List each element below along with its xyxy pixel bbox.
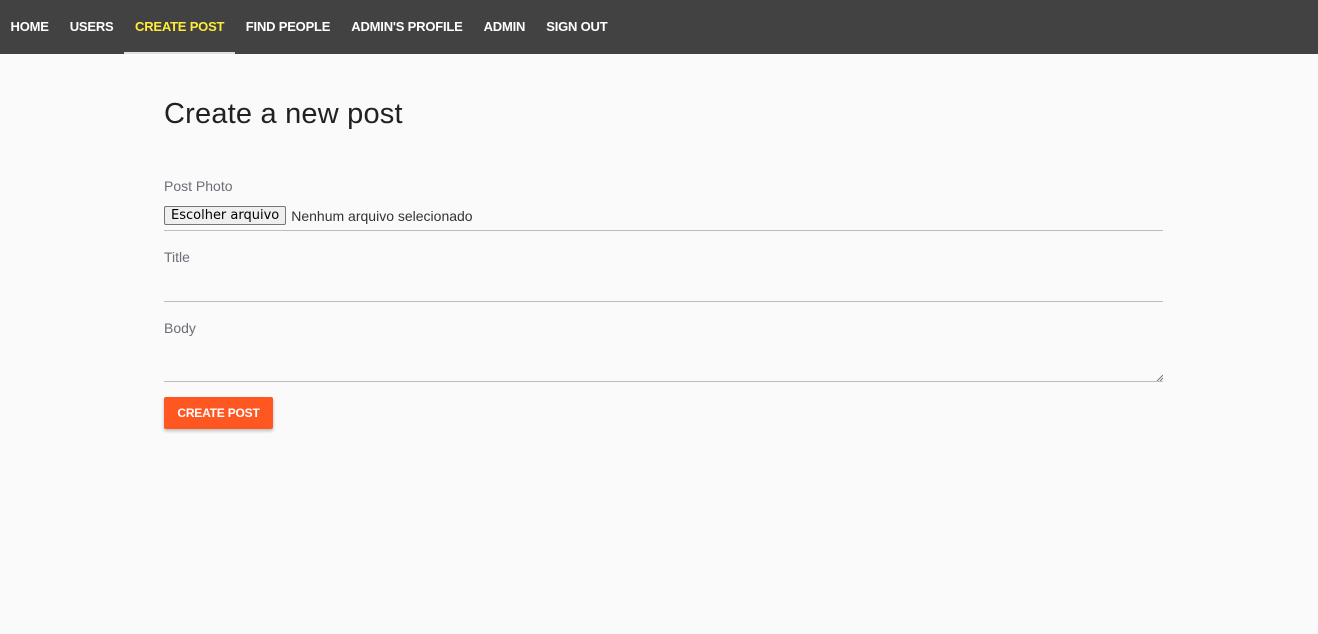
resize-grip-icon[interactable] <box>1156 374 1163 381</box>
choose-file-button[interactable]: Escolher arquivo <box>164 206 287 225</box>
nav-find-people[interactable]: FIND PEOPLE <box>235 0 340 52</box>
nav-admin[interactable]: ADMIN <box>473 0 536 52</box>
top-navbar: HOME USERS CREATE POST FIND PEOPLE ADMIN… <box>0 0 1318 54</box>
nav-users[interactable]: USERS <box>59 0 124 52</box>
nav-home[interactable]: HOME <box>0 0 59 52</box>
post-photo-divider <box>164 230 1163 231</box>
file-status-text: Nenhum arquivo selecionado <box>291 207 473 224</box>
title-label: Title <box>164 249 190 265</box>
nav-sign-out[interactable]: SIGN OUT <box>536 0 618 52</box>
post-photo-field: Escolher arquivo Nenhum arquivo selecion… <box>164 206 473 225</box>
title-underline <box>164 301 1163 302</box>
create-post-button[interactable]: CREATE POST <box>164 397 273 429</box>
post-photo-label: Post Photo <box>164 178 233 194</box>
title-input[interactable] <box>164 276 1163 300</box>
nav-create-post[interactable]: CREATE POST <box>124 0 236 54</box>
page-title: Create a new post <box>164 98 403 130</box>
body-textarea[interactable] <box>164 349 1163 381</box>
body-underline <box>164 381 1163 382</box>
nav-admin-profile[interactable]: ADMIN'S PROFILE <box>341 0 473 52</box>
body-label: Body <box>164 320 196 336</box>
